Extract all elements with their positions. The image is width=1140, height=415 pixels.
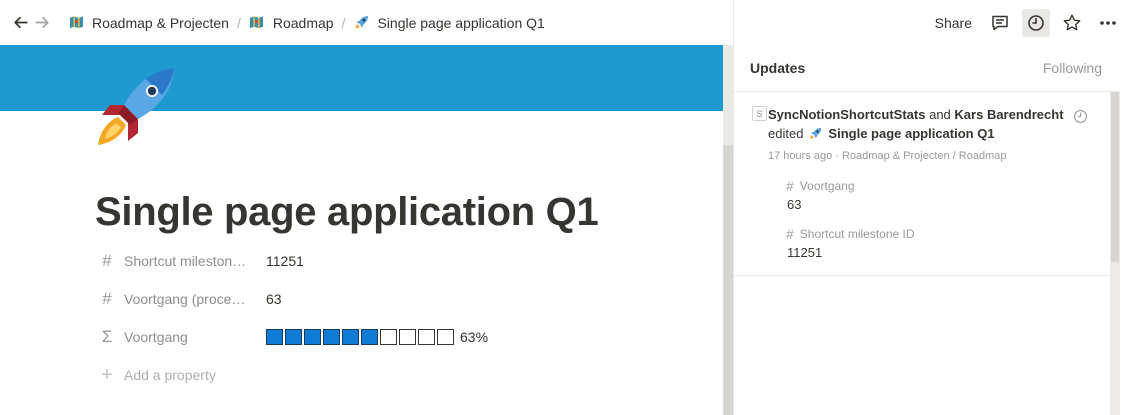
panel-margin (1120, 92, 1140, 415)
clock-icon[interactable] (1073, 109, 1088, 124)
rocket-icon (353, 15, 369, 31)
panel-empty-area (734, 276, 1110, 415)
breadcrumb-item-roadmap-projecten[interactable]: Roadmap & Projecten (64, 13, 233, 33)
breadcrumb-label: Roadmap & Projecten (92, 14, 229, 31)
page-scrollbar[interactable] (723, 45, 733, 415)
progress-cell-filled (361, 329, 378, 345)
property-value[interactable]: 63 (266, 291, 282, 307)
updates-panel: Share Updates Following S SyncNotionShor… (734, 0, 1140, 415)
property-row[interactable]: # Shortcut mileston… 11251 (98, 242, 658, 280)
progress-bar (266, 329, 454, 345)
property-label: Shortcut mileston… (124, 253, 247, 269)
update-actors: SyncNotionShortcutStats and Kars Barendr… (768, 107, 1064, 122)
change-value: 63 (787, 197, 802, 212)
breadcrumb-label: Roadmap (272, 14, 334, 31)
property-row[interactable]: # Voortgang (proce… 63 (98, 280, 658, 318)
property-value[interactable]: 11251 (266, 253, 304, 269)
property-label: Voortgang (proce… (124, 291, 246, 307)
update-item[interactable]: S SyncNotionShortcutStats and Kars Baren… (734, 92, 1110, 276)
add-property-label: Add a property (124, 367, 216, 383)
progress-cell-empty (437, 329, 454, 345)
number-icon: # (786, 226, 794, 242)
and-word: and (929, 107, 951, 122)
property-label: Voortgang (124, 329, 188, 345)
share-button[interactable]: Share (935, 15, 972, 31)
avatar: S (752, 106, 767, 121)
actor-name[interactable]: Kars Barendrecht (954, 107, 1063, 122)
plus-icon: + (101, 363, 113, 386)
add-property-button[interactable]: + Add a property (98, 356, 658, 394)
property-name[interactable]: # Voortgang (proce… (98, 289, 266, 309)
formula-sigma-icon: Σ (101, 327, 113, 346)
progress-value[interactable]: 63% (266, 329, 488, 345)
updates-list: S SyncNotionShortcutStats and Kars Baren… (734, 92, 1110, 415)
more-icon[interactable] (1094, 9, 1122, 37)
comment-icon[interactable] (986, 9, 1014, 37)
update-action: edited Single page application Q1 (768, 126, 995, 141)
page-title[interactable]: Single page application Q1 (95, 190, 599, 235)
progress-cell-empty (399, 329, 416, 345)
rocket-icon (809, 127, 822, 140)
progress-cell-empty (418, 329, 435, 345)
property-name[interactable]: Σ Voortgang (98, 327, 266, 347)
updates-header: Updates Following (734, 45, 1120, 92)
change-property-name: # Shortcut milestone ID (786, 226, 915, 242)
scrollbar-thumb[interactable] (1111, 92, 1119, 262)
breadcrumb-separator: / (341, 14, 346, 31)
star-icon[interactable] (1058, 9, 1086, 37)
map-icon (68, 15, 84, 31)
rocket-icon[interactable] (94, 65, 176, 149)
breadcrumb-separator: / (236, 14, 241, 31)
progress-cell-filled (323, 329, 340, 345)
progress-label: 63% (460, 329, 489, 345)
properties-list: # Shortcut mileston… 11251 # Voortgang (… (98, 242, 658, 394)
update-meta: 17 hours ago · Roadmap & Projecten / Roa… (768, 150, 1007, 162)
property-row[interactable]: Σ Voortgang 63% (98, 318, 658, 356)
panel-toolbar: Share (734, 0, 1140, 45)
progress-cell-filled (342, 329, 359, 345)
following-tab[interactable]: Following (1043, 60, 1102, 76)
scrollbar-thumb[interactable] (723, 145, 733, 415)
progress-cell-empty (380, 329, 397, 345)
change-label: Voortgang (799, 179, 855, 193)
top-bar: Roadmap & Projecten / Roadmap / Single p… (0, 0, 733, 45)
progress-cell-filled (266, 329, 283, 345)
breadcrumb-item-current-page[interactable]: Single page application Q1 (349, 13, 548, 33)
number-icon: # (102, 251, 112, 270)
progress-cell-filled (285, 329, 302, 345)
update-page-link[interactable]: Single page application Q1 (828, 126, 994, 141)
change-value: 11251 (787, 245, 823, 260)
property-name[interactable]: # Shortcut mileston… (98, 251, 266, 271)
clock-icon[interactable] (1022, 8, 1050, 37)
updates-tab[interactable]: Updates (750, 60, 805, 76)
arrow-right-icon[interactable] (32, 12, 52, 34)
breadcrumb: Roadmap & Projecten / Roadmap / Single p… (64, 13, 549, 33)
panel-scrollbar[interactable] (1110, 92, 1120, 415)
progress-cell-filled (304, 329, 321, 345)
arrow-left-icon[interactable] (10, 12, 30, 34)
map-icon (249, 15, 265, 31)
actor-name[interactable]: SyncNotionShortcutStats (768, 107, 925, 122)
change-label: Shortcut milestone ID (799, 227, 915, 241)
breadcrumb-label: Single page application Q1 (377, 14, 545, 31)
number-icon: # (102, 289, 112, 308)
update-verb: edited (768, 126, 804, 141)
breadcrumb-item-roadmap[interactable]: Roadmap (245, 13, 338, 33)
number-icon: # (786, 178, 794, 194)
change-property-name: # Voortgang (786, 178, 855, 194)
